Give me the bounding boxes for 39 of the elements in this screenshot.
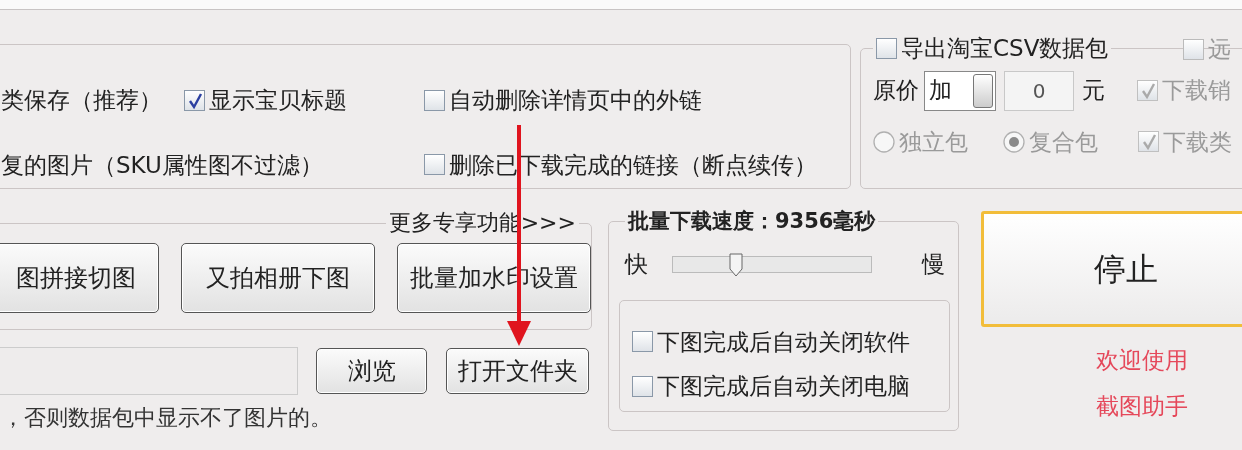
dropdown-value: 加	[929, 76, 952, 106]
price-label: 原价	[873, 76, 919, 106]
option-label: 类保存（推荐）	[1, 86, 163, 115]
feature-button[interactable]: 又拍相册下图	[180, 243, 375, 313]
slider-thumb[interactable]	[729, 252, 744, 277]
feature-button[interactable]: 图拼接切图	[0, 243, 159, 313]
checkbox-label: 显示宝贝标题	[209, 86, 347, 115]
stop-button[interactable]: 停止	[981, 211, 1242, 327]
checkbox[interactable]	[184, 89, 205, 111]
amount-field[interactable]: 0	[1004, 70, 1074, 111]
hint-text: ，否则数据包中显示不了图片的。	[2, 404, 333, 432]
browse-button[interactable]: 浏览	[316, 348, 427, 394]
option-label: 复的图片（SKU属性图不过滤）	[1, 150, 324, 180]
open-folder-button[interactable]: 打开文件夹	[446, 348, 589, 394]
checkbox[interactable]	[1183, 38, 1204, 60]
slow-label: 慢	[922, 250, 945, 279]
checkbox-label: 下图完成后自动关闭电脑	[657, 372, 910, 401]
checkbox-label: 远	[1208, 35, 1231, 64]
checkbox-label: 自动删除详情页中的外链	[449, 86, 702, 115]
radio-label: 独立包	[899, 127, 968, 157]
checkbox[interactable]	[632, 331, 653, 353]
checkbox-label: 下图完成后自动关闭软件	[657, 327, 910, 357]
price-mode-dropdown[interactable]: 加	[924, 70, 996, 111]
welcome-text: 截图助手	[1096, 393, 1189, 419]
welcome-text: 欢迎使用	[1096, 347, 1189, 373]
folder-path-field[interactable]	[0, 347, 298, 395]
checkbox[interactable]	[876, 37, 897, 59]
unit-label: 元	[1082, 76, 1105, 106]
speed-title: 批量下载速度：9356毫秒	[626, 208, 877, 235]
checkbox[interactable]	[632, 375, 653, 397]
checkbox-label: 下载销	[1162, 76, 1231, 106]
checkbox-label: 下载类	[1163, 127, 1232, 157]
checkbox[interactable]	[424, 154, 445, 176]
dropdown-caret-icon[interactable]	[973, 73, 993, 108]
checkbox-label: 导出淘宝CSV数据包	[901, 34, 1109, 62]
radio-label: 复合包	[1029, 127, 1098, 157]
fast-label: 快	[625, 250, 648, 279]
checkbox[interactable]	[424, 89, 445, 111]
checkbox-label: 删除已下载完成的链接（断点续传）	[449, 150, 817, 180]
